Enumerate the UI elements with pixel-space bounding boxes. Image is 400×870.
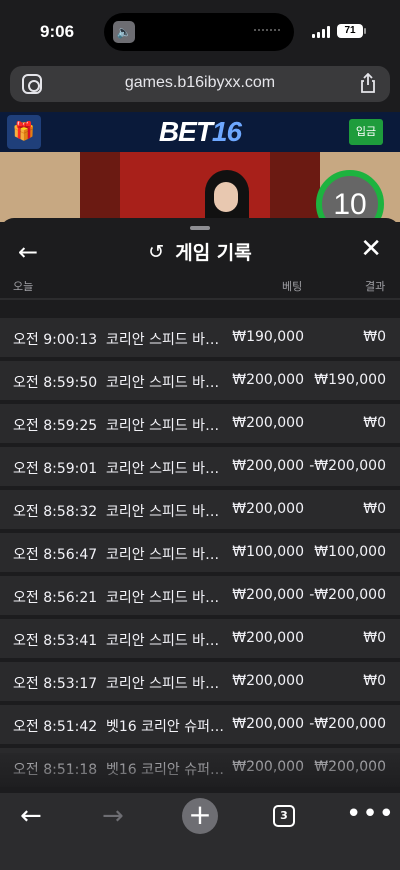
row-game: 코리안 스피드 바카라 [106,461,224,477]
deposit-button[interactable]: 입금 [349,119,383,145]
close-icon[interactable]: ✕ [360,234,382,264]
row-result: ₩100,000 [314,544,386,560]
row-result: ₩0 [363,630,386,646]
history-row[interactable]: 오전 8:58:32 코리안 스피드 바카라 ₩200,000 ₩0 [0,490,400,529]
row-time: 오전 8:51:42 [13,719,98,735]
list-fade [0,753,400,793]
browser-toolbar: ← → + 3 ••• [0,793,400,870]
row-bet: ₩200,000 [232,587,304,603]
browser-back-icon[interactable]: ← [20,801,42,831]
row-game: 코리안 스피드 바카라 [106,332,224,348]
row-time: 오전 8:59:50 [13,375,98,391]
row-time: 오전 8:59:25 [13,418,98,434]
history-row[interactable]: 오전 8:53:41 코리안 스피드 바카라 ₩200,000 ₩0 [0,619,400,658]
row-bet: ₩200,000 [232,458,304,474]
history-row[interactable]: 오전 8:59:01 코리안 스피드 바카라 ₩200,000 -₩200,000 [0,447,400,486]
row-bet: ₩200,000 [232,501,304,517]
row-result: -₩200,000 [309,458,386,474]
row-game: 코리안 스피드 바카라 [106,547,224,563]
audio-wave-icon [254,29,280,35]
row-result: ₩0 [363,329,386,345]
row-time: 오전 8:56:47 [13,547,98,563]
row-bet: ₩200,000 [232,630,304,646]
address-bar[interactable]: games.b16ibyxx.com [10,66,390,102]
history-row[interactable]: 오전 8:56:47 코리안 스피드 바카라 ₩100,000 ₩100,000 [0,533,400,572]
row-game: 코리안 스피드 바카라 [106,633,224,649]
url-text[interactable]: games.b16ibyxx.com [10,74,390,92]
row-time: 오전 8:53:41 [13,633,98,649]
cellular-signal-icon [312,26,332,38]
new-tab-plus-icon[interactable]: + [182,798,218,834]
row-time: 오전 9:00:13 [13,332,98,348]
row-bet: ₩200,000 [232,372,304,388]
row-result: ₩190,000 [314,372,386,388]
panel-title: 게임 기록 [175,242,252,264]
history-row[interactable]: 오전 8:56:21 코리안 스피드 바카라 ₩200,000 -₩200,000 [0,576,400,615]
row-result: ₩0 [363,673,386,689]
row-time: 오전 8:53:17 [13,676,98,692]
row-bet: ₩200,000 [232,415,304,431]
share-icon[interactable] [360,73,376,93]
row-time: 오전 8:56:21 [13,590,98,606]
site-header: 🎁 BET16 입금 [0,112,400,152]
more-menu-icon[interactable]: ••• [346,799,395,829]
row-game: 코리안 스피드 바카라 [106,590,224,606]
history-row[interactable]: 오전 9:00:13 코리안 스피드 바카라 ₩190,000 ₩0 [0,318,400,357]
sheet-grabber[interactable] [190,226,210,230]
history-row[interactable]: 오전 8:51:42 벳16 코리안 슈퍼 바카라 ₩200,000 -₩200,00… [0,705,400,744]
row-result: -₩200,000 [309,587,386,603]
row-time: 오전 8:58:32 [13,504,98,520]
battery-icon: 71 [337,24,366,38]
status-bar: 9:06 🔈 71 [0,0,400,62]
row-bet: ₩200,000 [232,716,304,732]
tabs-count-button[interactable]: 3 [273,805,295,827]
column-header-result: 결과 [365,280,386,293]
column-header-bet: 베팅 [282,280,303,293]
site-logo[interactable]: BET16 [0,116,400,148]
column-header-date: 오늘 [13,280,34,293]
row-game: 코리안 스피드 바카라 [106,504,224,520]
row-game: 코리안 스피드 바카라 [106,418,224,434]
row-bet: ₩190,000 [232,329,304,345]
header-divider [0,298,400,300]
row-game: 벳16 코리안 슈퍼 바카라 [106,719,224,735]
game-history-panel: ← ↺ 게임 기록 ✕ 오늘 베팅 결과 오전 9:00:13 코리안 스피드 바… [0,218,400,793]
row-game: 코리안 스피드 바카라 [106,375,224,391]
row-time: 오전 8:59:01 [13,461,98,477]
clock: 9:06 [40,22,75,41]
history-list[interactable]: 오전 9:00:13 코리안 스피드 바카라 ₩190,000 ₩0 오전 8:59:5… [0,318,400,791]
row-bet: ₩200,000 [232,673,304,689]
row-game: 코리안 스피드 바카라 [106,676,224,692]
history-row[interactable]: 오전 8:59:50 코리안 스피드 바카라 ₩200,000 ₩190,000 [0,361,400,400]
row-bet: ₩100,000 [232,544,304,560]
history-row[interactable]: 오전 8:53:17 코리안 스피드 바카라 ₩200,000 ₩0 [0,662,400,701]
history-row[interactable]: 오전 8:59:25 코리안 스피드 바카라 ₩200,000 ₩0 [0,404,400,443]
row-result: ₩0 [363,415,386,431]
history-icon: ↺ [148,240,165,263]
row-result: -₩200,000 [309,716,386,732]
dynamic-island: 🔈 [104,13,294,51]
speaker-icon: 🔈 [113,21,135,43]
browser-forward-icon[interactable]: → [102,801,124,831]
row-result: ₩0 [363,501,386,517]
